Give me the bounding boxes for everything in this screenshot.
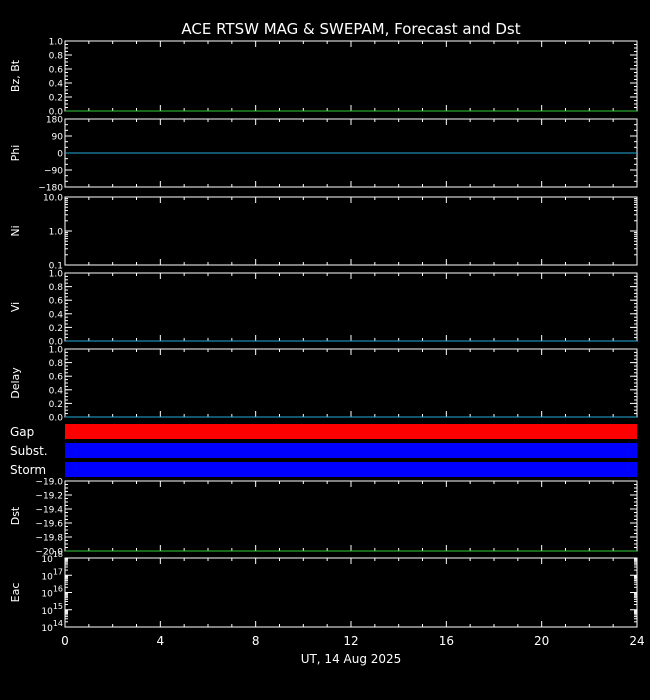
band-label-gap: Gap (10, 425, 34, 439)
y-tick-label-dst: −19.4 (35, 506, 63, 516)
y-tick-label-vi: 0.4 (49, 310, 64, 320)
y-tick-label-bz: 0.8 (49, 52, 64, 62)
y-tick-label-dst: −19.6 (35, 520, 63, 530)
y-tick-label-exponent: 16 (53, 585, 63, 594)
y-tick-label-base: 10 (41, 590, 53, 600)
y-tick-label-eac: 1014 (41, 619, 63, 634)
y-tick-label-bz: 0.4 (49, 80, 64, 90)
y-tick-label-delay: 0.2 (49, 400, 63, 410)
y-axis-label-eac: Eac (9, 583, 22, 603)
panel-frame-bz (64, 40, 638, 112)
x-tick-label: 16 (439, 634, 454, 648)
y-tick-label-phi: 90 (52, 133, 64, 143)
y-axis-label-delay: Delay (9, 367, 22, 399)
x-tick-label: 24 (629, 634, 644, 648)
y-tick-label-eac: 1016 (41, 585, 63, 600)
panel-frame-eac (64, 557, 638, 628)
y-tick-label-vi: 0.2 (49, 324, 63, 334)
panel-frame-delay (64, 348, 638, 418)
y-tick-label-delay: 0.8 (49, 359, 64, 369)
y-tick-label-dst: −19.8 (35, 534, 63, 544)
y-tick-label-base: 10 (41, 607, 53, 617)
y-tick-label-delay: 0.4 (49, 386, 64, 396)
y-tick-label-vi: 1.0 (49, 270, 64, 280)
y-tick-label-bz: 1.0 (49, 38, 64, 48)
band-bar-gap (65, 424, 637, 439)
panel-frame-dst (64, 480, 638, 552)
panel-frame-vi (64, 272, 638, 342)
chart-title: ACE RTSW MAG & SWEPAM, Forecast and Dst (181, 20, 520, 38)
ace-rtsw-chart: ACE RTSW MAG & SWEPAM, Forecast and Dst … (9, 20, 645, 666)
y-tick-label-delay: 1.0 (49, 346, 64, 356)
y-tick-label-eac: 1017 (41, 567, 63, 582)
y-tick-label-ni: 1.0 (49, 228, 64, 238)
y-tick-label-exponent: 17 (53, 567, 63, 576)
band-bar-subst (65, 443, 637, 458)
x-axis-label: UT, 14 Aug 2025 (301, 652, 402, 666)
y-tick-label-delay: 0.6 (49, 373, 64, 383)
y-tick-label-phi: −180 (38, 184, 63, 194)
y-tick-label-vi: 0.8 (49, 283, 64, 293)
y-tick-label-exponent: 18 (53, 550, 63, 559)
y-tick-label-exponent: 15 (53, 602, 63, 611)
y-tick-label-bz: 0.2 (49, 94, 63, 104)
y-tick-label-base: 10 (41, 572, 53, 582)
y-tick-label-phi: −90 (44, 167, 63, 177)
x-tick-label: 12 (343, 634, 358, 648)
y-axis-label-dst: Dst (9, 506, 22, 525)
y-tick-label-dst: −19.2 (35, 492, 63, 502)
x-tick-label: 20 (534, 634, 549, 648)
y-tick-label-vi: 0.6 (49, 297, 64, 307)
y-axis-label-bz: Bz, Bt (9, 59, 22, 92)
x-tick-label: 4 (157, 634, 165, 648)
y-tick-label-exponent: 14 (53, 619, 63, 628)
y-tick-label-phi: 0 (57, 150, 63, 160)
y-axis-label-vi: Vi (9, 302, 22, 312)
y-tick-label-base: 10 (41, 624, 53, 634)
y-axis-label-phi: Phi (9, 145, 22, 162)
band-label-storm: Storm (10, 463, 46, 477)
x-tick-label: 8 (252, 634, 260, 648)
y-tick-label-bz: 0.6 (49, 66, 64, 76)
y-tick-label-delay: 0.0 (49, 414, 64, 424)
y-tick-label-dst: −19.0 (35, 478, 63, 488)
y-axis-label-ni: Ni (9, 225, 22, 236)
band-bar-storm (65, 462, 637, 477)
x-tick-label: 0 (61, 634, 69, 648)
y-tick-label-ni: 10.0 (43, 194, 63, 204)
panel-frame-ni (64, 196, 638, 266)
y-tick-label-eac: 1015 (41, 602, 63, 617)
y-tick-label-phi: 180 (46, 116, 63, 126)
band-label-subst: Subst. (10, 444, 48, 458)
y-tick-label-base: 10 (41, 555, 53, 565)
